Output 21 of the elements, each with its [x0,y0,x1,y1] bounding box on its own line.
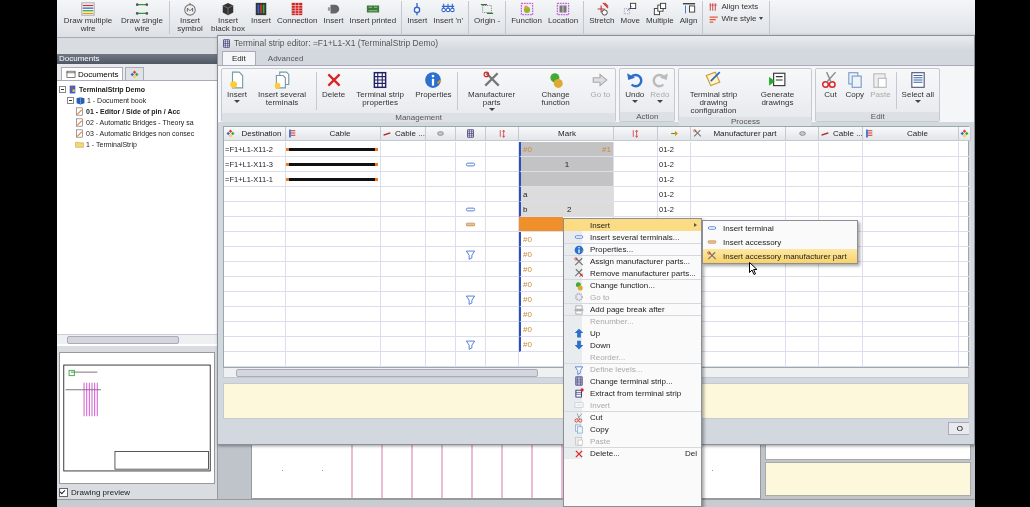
mark-value: 1 [564,159,570,169]
mark-tag: b [523,204,528,214]
group-label: Management [222,113,616,122]
mark-tag: #0 [523,324,532,334]
mark-tag: #0 [523,144,532,154]
mark-tag: #0 [523,309,532,319]
mark-tag: a [523,189,528,199]
mark-tag: #0 [523,294,532,304]
panel-title: Documents [57,54,217,64]
mark-tag: #0 [523,234,532,244]
group-label: Action [620,112,675,121]
mark-tag: #0 [523,279,532,289]
group-label: Process [679,117,812,126]
mark-value: 2 [567,204,572,214]
mark-tag: #0 [523,264,532,274]
checkbox-label: Drawing preview [71,488,131,497]
mark-tag: #0 [523,249,532,259]
mark-tag: #1 [602,144,611,154]
window-title: Terminal strip editor: =F1+L1-X1 (TerminalStrip Demo) [234,38,439,48]
group-label: Edit [816,112,940,121]
mark-tag: #0 [523,339,532,349]
